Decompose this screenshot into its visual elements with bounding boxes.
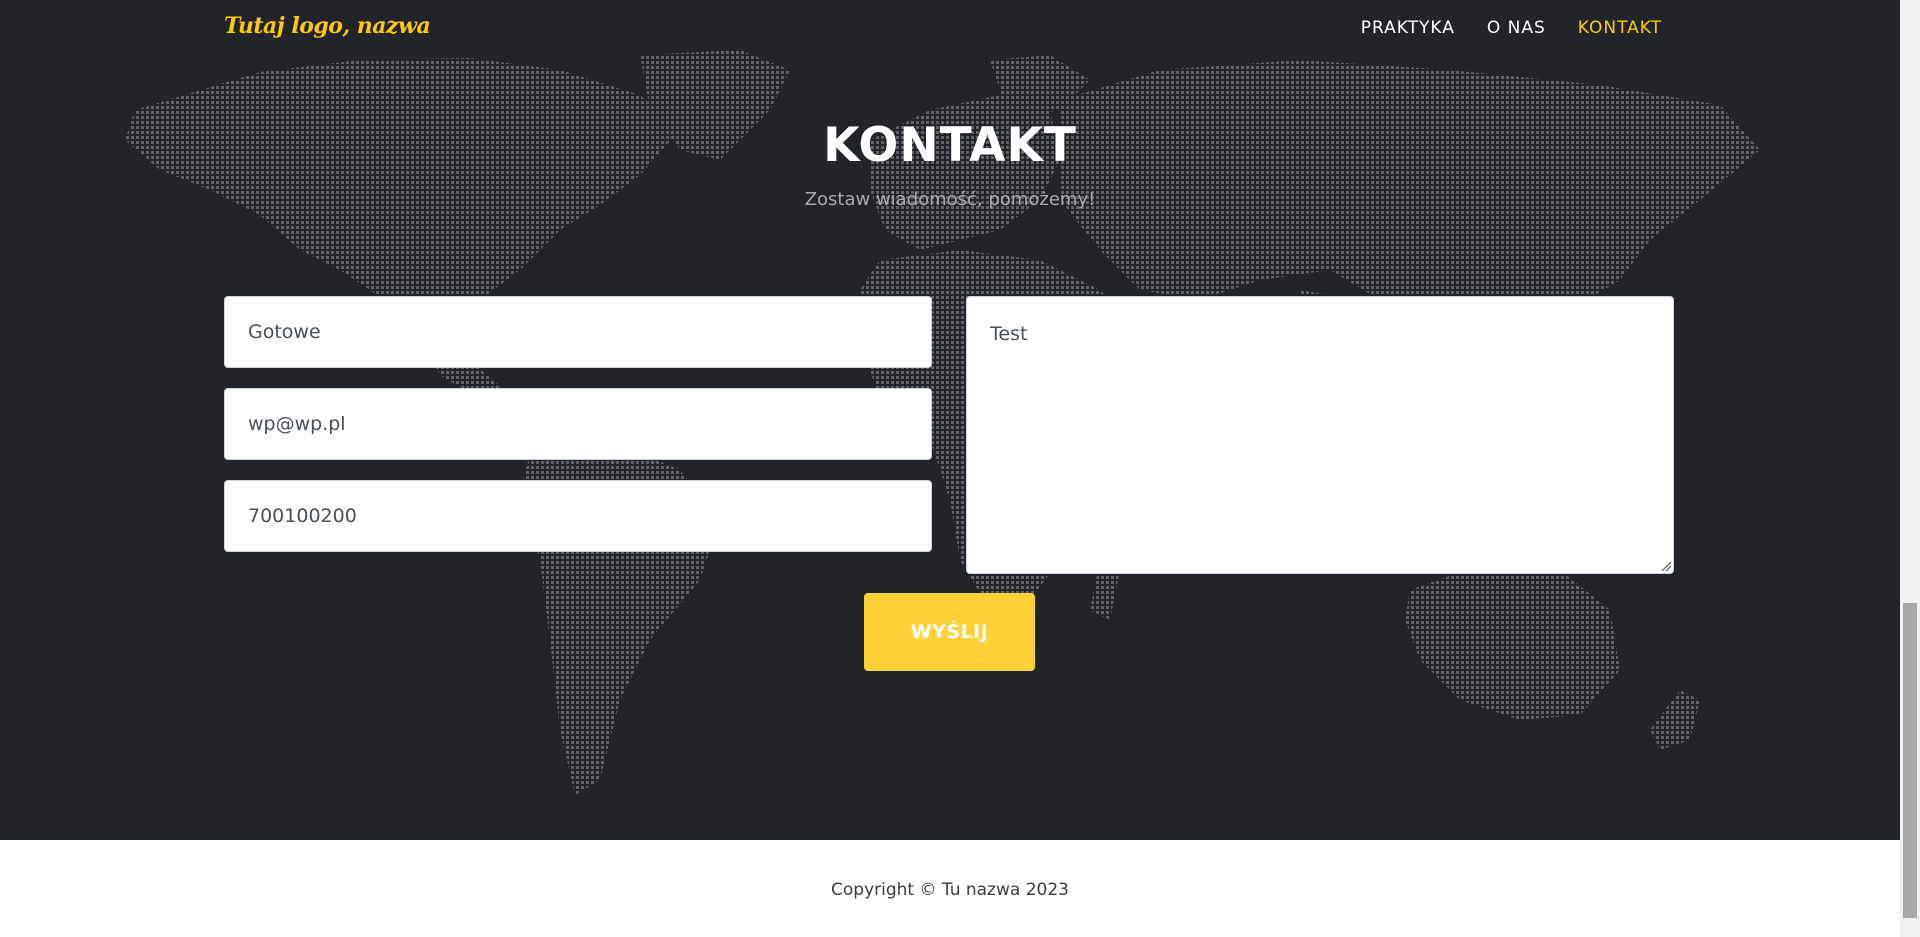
- section-title: KONTAKT: [823, 118, 1077, 173]
- page: Tutaj logo, nazwa PRAKTYKA O NAS KONTAKT…: [0, 0, 1900, 937]
- nav-link-o-nas[interactable]: O NAS: [1487, 18, 1546, 38]
- resize-grip-icon[interactable]: [1660, 560, 1672, 572]
- brand-logo[interactable]: Tutaj logo, nazwa: [224, 13, 431, 39]
- message-textarea[interactable]: Test: [966, 296, 1674, 574]
- nav-menu: PRAKTYKA O NAS KONTAKT: [1361, 18, 1662, 38]
- email-input[interactable]: [224, 388, 932, 460]
- section-subtitle: Zostaw wiadomość, pomożemy!: [804, 189, 1096, 210]
- nav-link-praktyka[interactable]: PRAKTYKA: [1361, 18, 1455, 38]
- page-scrollbar[interactable]: [1900, 0, 1920, 937]
- nav-link-kontakt[interactable]: KONTAKT: [1578, 18, 1662, 38]
- contact-section: Tutaj logo, nazwa PRAKTYKA O NAS KONTAKT…: [0, 0, 1900, 840]
- name-input[interactable]: [224, 296, 932, 368]
- copyright-text: Copyright © Tu nazwa 2023: [831, 880, 1069, 900]
- scrollbar-thumb[interactable]: [1903, 603, 1917, 918]
- navbar: Tutaj logo, nazwa PRAKTYKA O NAS KONTAKT: [0, 0, 1900, 60]
- phone-input[interactable]: [224, 480, 932, 552]
- submit-button[interactable]: WYŚLIJ: [864, 593, 1035, 671]
- footer: Copyright © Tu nazwa 2023: [0, 840, 1900, 937]
